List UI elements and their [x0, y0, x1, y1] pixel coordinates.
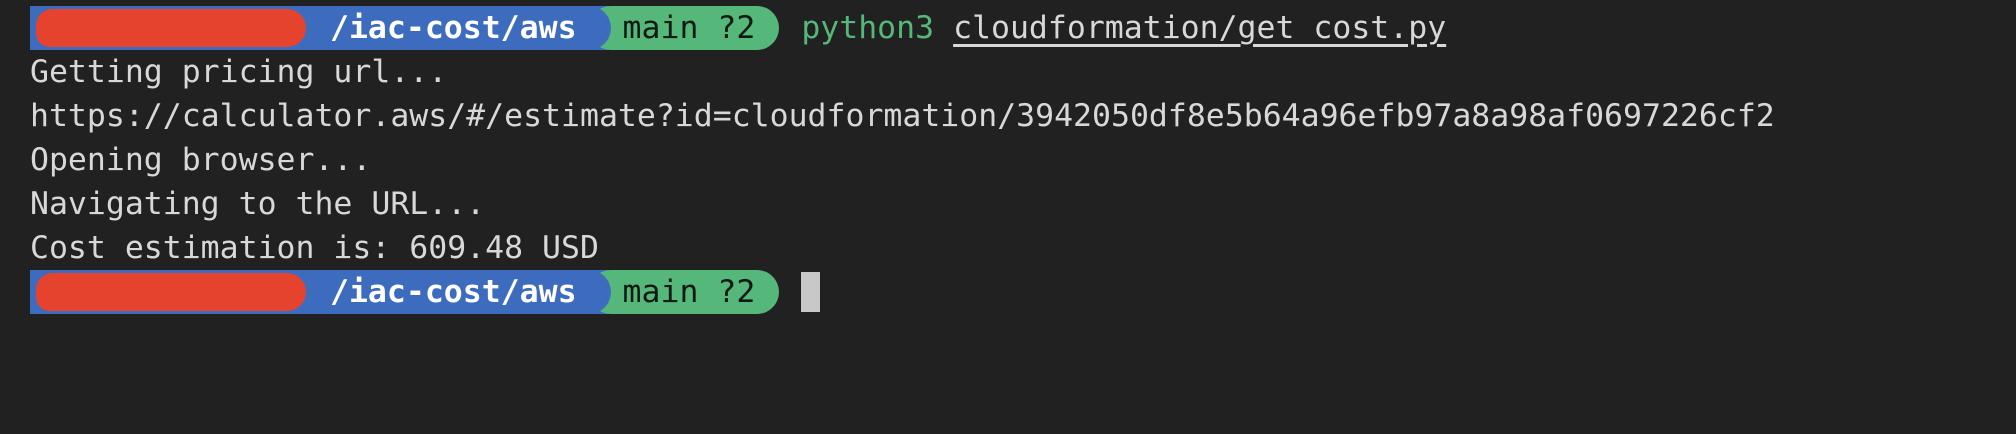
- text-cursor[interactable]: [801, 272, 821, 312]
- output-line: Opening browser...: [30, 142, 372, 178]
- prompt-path: /iac-cost/aws: [330, 10, 577, 46]
- prompt-git-branch: main ?2: [622, 274, 756, 310]
- redacted-username: [36, 9, 306, 47]
- redacted-username: [36, 273, 306, 311]
- command-program: python3: [801, 10, 935, 46]
- terminal-window[interactable]: /iac-cost/aws main ?2 python3 cloudforma…: [0, 0, 2016, 434]
- segment-separator: [586, 6, 611, 50]
- prompt-git-segment: main ?2: [586, 6, 780, 50]
- output-cost-line: Cost estimation is: 609.48 USD: [30, 230, 599, 266]
- prompt-git-segment: main ?2: [586, 270, 780, 314]
- prompt-path-segment: /iac-cost/aws: [30, 270, 609, 314]
- prompt-path-segment: /iac-cost/aws: [30, 6, 609, 50]
- command-argument[interactable]: cloudformation/get_cost.py: [953, 10, 1446, 46]
- shell-prompt: /iac-cost/aws main ?2 python3 cloudforma…: [30, 6, 1446, 50]
- output-url-line[interactable]: https://calculator.aws/#/estimate?id=clo…: [30, 94, 1775, 138]
- segment-separator: [586, 270, 611, 314]
- output-line: Navigating to the URL...: [30, 186, 486, 222]
- prompt-git-branch: main ?2: [622, 10, 756, 46]
- output-line: Getting pricing url...: [30, 54, 448, 90]
- prompt-path: /iac-cost/aws: [330, 274, 577, 310]
- shell-prompt: /iac-cost/aws main ?2: [30, 270, 821, 314]
